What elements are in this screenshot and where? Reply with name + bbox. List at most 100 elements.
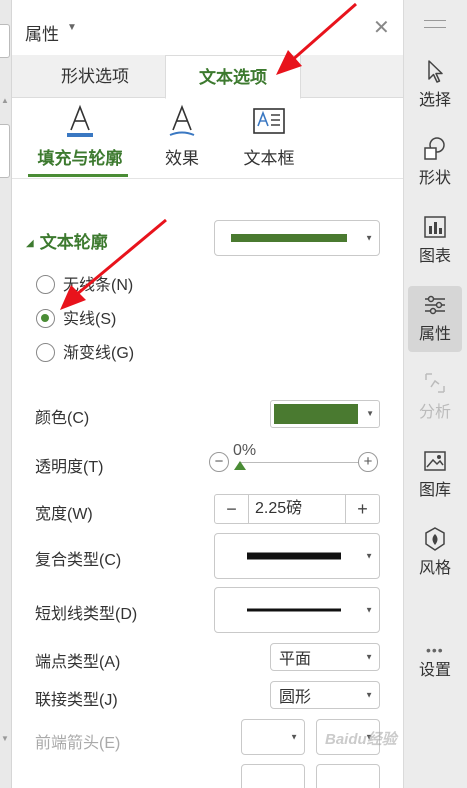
drag-handle[interactable] — [424, 20, 446, 28]
radio-gradient-line[interactable]: 渐变线(G) — [36, 342, 134, 366]
width-stepper[interactable]: − 2.25磅 + — [214, 494, 380, 524]
divider — [12, 178, 403, 179]
color-picker[interactable]: ▼ — [270, 400, 380, 428]
chevron-down-icon[interactable]: ▼ — [67, 22, 77, 33]
settings-spacer — [422, 640, 448, 654]
shapes-icon — [424, 137, 445, 160]
style-icon — [425, 527, 445, 551]
left-edge-strip: ▲ ▼ — [0, 0, 12, 788]
toolbar-label: 风格 — [418, 560, 451, 577]
cap-type-value: 平面 — [279, 651, 312, 668]
subtab-fill-outline-label: 填充与轮廓 — [37, 149, 123, 168]
toolbar-shape[interactable]: 形状 — [408, 130, 462, 196]
toolbar-label: 图表 — [418, 248, 451, 265]
left-edge-scroll-thumb[interactable] — [0, 124, 10, 178]
chevron-down-icon: ▼ — [365, 605, 373, 615]
color-swatch — [274, 404, 358, 424]
toolbar-style[interactable]: 风格 — [408, 520, 462, 586]
begin-arrow-label: 前端箭头(E) — [35, 735, 121, 752]
transparency-increase-button[interactable]: + — [358, 452, 378, 472]
active-subtab-indicator — [28, 174, 128, 177]
toolbar-properties[interactable]: 属性 — [408, 286, 462, 352]
radio-no-line[interactable]: 无线条(N) — [36, 274, 133, 298]
toolbar-label: 选择 — [418, 92, 451, 109]
join-type-dropdown[interactable]: 圆形 ▼ — [270, 681, 380, 709]
transparency-slider[interactable] — [239, 462, 361, 463]
radio-solid-line[interactable]: 实线(S) — [36, 308, 116, 332]
text-fill-outline-icon — [67, 104, 93, 137]
toolbar-gallery[interactable]: 图库 — [408, 442, 462, 508]
subtab-textbox[interactable]: 文本框 — [234, 104, 304, 178]
color-label: 颜色(C) — [35, 410, 90, 427]
toolbar-label: 形状 — [418, 170, 451, 187]
outline-style-dropdown[interactable]: ▼ — [214, 220, 380, 256]
transparency-label: 透明度(T) — [35, 459, 104, 476]
compound-type-dropdown[interactable]: ▼ — [214, 533, 380, 579]
dash-line-preview — [247, 608, 341, 612]
cursor-icon — [428, 60, 443, 83]
chart-icon — [424, 216, 446, 238]
chevron-down-icon: ▼ — [366, 409, 374, 418]
end-arrow-type-dropdown[interactable] — [241, 764, 305, 788]
dash-type-label: 短划线类型(D) — [35, 606, 138, 623]
textbox-icon — [253, 108, 285, 134]
slider-thumb[interactable] — [234, 461, 246, 470]
subtab-effects-label: 效果 — [165, 149, 199, 168]
scroll-down-icon[interactable]: ▼ — [1, 734, 9, 743]
chevron-down-icon: ▼ — [365, 233, 373, 243]
toolbar-chart[interactable]: 图表 — [408, 208, 462, 274]
join-type-value: 圆形 — [279, 689, 312, 706]
cap-type-dropdown[interactable]: 平面 ▼ — [270, 643, 380, 671]
end-arrow-size-dropdown[interactable] — [316, 764, 380, 788]
width-increase-button[interactable]: + — [345, 495, 379, 523]
toolbar-analysis[interactable]: 分析 — [408, 364, 462, 430]
radio-circle[interactable] — [36, 275, 55, 294]
radio-circle-selected[interactable] — [36, 309, 55, 328]
analysis-icon — [425, 373, 445, 393]
toolbar-settings[interactable]: 设置 — [408, 634, 462, 700]
join-type-label: 联接类型(J) — [35, 692, 118, 709]
panel-title[interactable]: 属性 — [25, 20, 59, 45]
subtab-effects[interactable]: 效果 — [152, 104, 212, 178]
toolbar-label: 图库 — [418, 482, 451, 499]
subtab-fill-outline[interactable]: 填充与轮廓 — [30, 104, 130, 178]
toolbar-label: 属性 — [418, 326, 451, 343]
chevron-down-icon: ▼ — [290, 732, 298, 742]
tab-shape-options[interactable]: 形状选项 — [32, 55, 158, 98]
transparency-value: 0% — [233, 442, 257, 459]
cap-type-label: 端点类型(A) — [35, 654, 121, 671]
width-label: 宽度(W) — [35, 506, 93, 523]
radio-circle[interactable] — [36, 343, 55, 362]
scroll-up-icon[interactable]: ▲ — [1, 96, 9, 105]
text-effect-icon — [169, 104, 195, 136]
radio-label: 无线条(N) — [63, 277, 134, 294]
compound-type-label: 复合类型(C) — [35, 552, 122, 569]
dash-type-dropdown[interactable]: ▼ — [214, 587, 380, 633]
toolbar-select[interactable]: 选择 — [408, 52, 462, 118]
toolbar-label: 分析 — [418, 404, 451, 421]
collapse-triangle-icon: ◢ — [26, 238, 34, 249]
main-tabs: 形状选项 文本选项 — [12, 55, 403, 99]
compound-line-preview — [247, 552, 341, 560]
toolbar-label: 设置 — [418, 662, 451, 679]
section-text-outline[interactable]: ◢ 文本轮廓 — [26, 228, 108, 253]
width-value[interactable]: 2.25磅 — [255, 495, 302, 523]
subtab-textbox-label: 文本框 — [243, 149, 295, 168]
watermark: Baidu经验 — [325, 731, 397, 748]
close-icon[interactable]: ✕ — [373, 16, 390, 40]
radio-label: 实线(S) — [63, 311, 117, 328]
transparency-decrease-button[interactable]: − — [209, 452, 229, 472]
tab-text-options[interactable]: 文本选项 — [165, 55, 301, 99]
chevron-down-icon: ▼ — [365, 652, 373, 662]
left-edge-control[interactable] — [0, 24, 10, 58]
width-decrease-button[interactable]: − — [215, 495, 249, 523]
properties-panel: 属性 ▼ ✕ 形状选项 文本选项 填充与轮廓 效果 文本框 ◢ 文本轮廓 ▼ 无… — [12, 0, 403, 788]
begin-arrow-type-dropdown[interactable]: ▼ — [241, 719, 305, 755]
section-title-label: 文本轮廓 — [39, 233, 108, 252]
image-icon — [424, 451, 446, 471]
chevron-down-icon: ▼ — [365, 690, 373, 700]
radio-label: 渐变线(G) — [63, 345, 135, 362]
sliders-icon — [425, 295, 445, 315]
outline-line-preview — [231, 234, 347, 242]
right-toolbar: 选择 形状 图表 属性 分析 图库 风格 ••• 设置 — [403, 0, 467, 788]
